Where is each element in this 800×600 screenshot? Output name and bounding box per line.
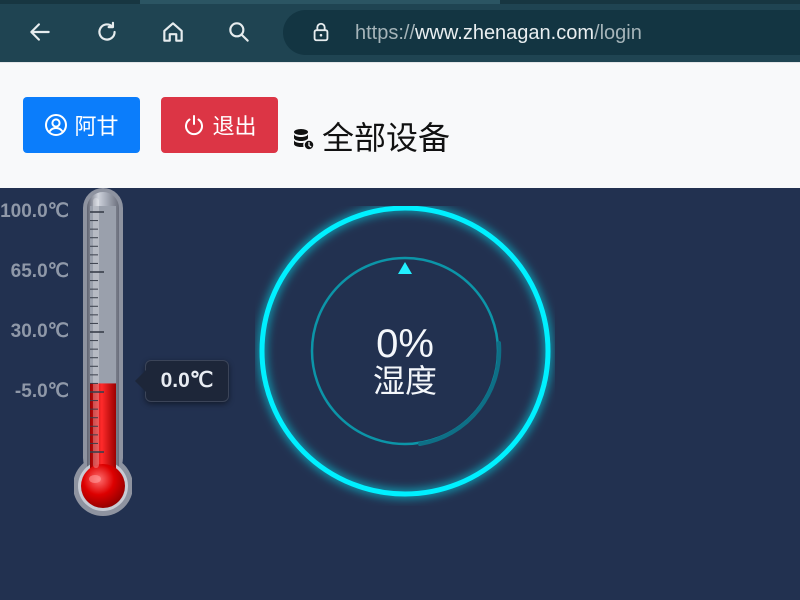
all-devices-link[interactable]: 全部设备 [292,113,450,159]
browser-toolbar: https://www.zhenagan.com/login [0,0,800,62]
thermometer-bulb [81,464,125,508]
back-icon [30,23,50,41]
reload-button[interactable] [89,14,125,50]
address-bar[interactable]: https://www.zhenagan.com/login [283,10,800,55]
humidity-pointer [398,262,412,274]
dashboard: 100.0℃ 65.0℃ 30.0℃ -5.0℃ 0.0℃ 0% 湿度 [0,188,800,600]
reload-icon [98,21,116,41]
temperature-scale-label: -5.0℃ [14,381,69,402]
user-circle-icon [45,114,68,136]
url-path: /login [594,22,642,44]
user-button[interactable]: 阿甘 [23,97,140,153]
logout-button-label: 退出 [212,115,257,140]
url-scheme: https:// [355,22,416,44]
thermometer [74,188,132,516]
logout-button[interactable]: 退出 [161,97,278,153]
search-icon [229,22,249,42]
active-tab-edge[interactable] [140,0,500,4]
url-text[interactable]: https://www.zhenagan.com/login [355,21,642,45]
tooltip-arrow [135,370,146,392]
temperature-value: 0.0℃ [160,369,214,392]
temperature-scale-label: 100.0℃ [0,201,69,222]
search-button[interactable] [221,14,257,50]
app-header: 阿甘 退出 全部设备 [0,62,800,188]
temperature-scale-label: 65.0℃ [10,261,69,282]
database-icon [294,129,315,151]
power-icon [185,115,204,136]
all-devices-title: 全部设备 [322,119,451,157]
home-icon [163,22,183,42]
back-button[interactable] [22,14,58,50]
lock-icon[interactable] [310,21,332,43]
temperature-tooltip: 0.0℃ [135,360,229,402]
humidity-value: 0% [376,322,434,366]
url-domain: www.zhenagan.com [415,22,595,44]
home-button[interactable] [155,14,191,50]
temperature-scale-label: 30.0℃ [10,321,69,342]
user-button-label: 阿甘 [74,115,119,140]
humidity-label: 湿度 [372,362,437,400]
